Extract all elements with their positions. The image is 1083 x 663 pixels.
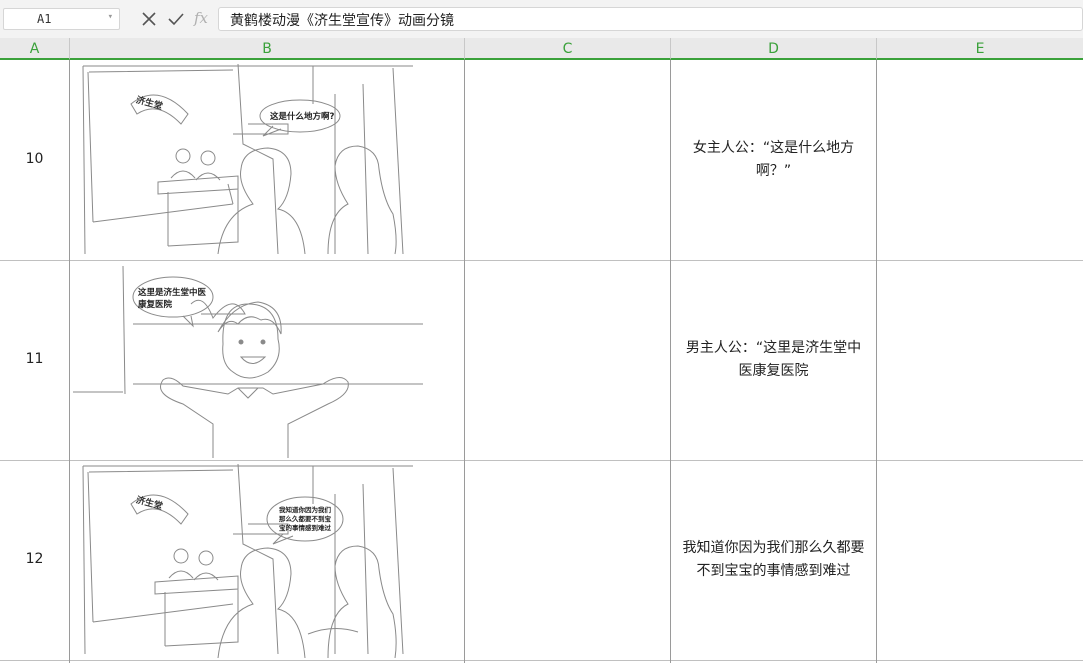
row-number: 12 <box>25 551 44 567</box>
storyboard-image-12[interactable]: 济生堂 我知道你因为我们 那么久都要不到宝 宝的事情感到难过 <box>73 464 423 658</box>
name-box[interactable]: A1 ▾ <box>3 8 120 30</box>
cell-text-line: 啊？” <box>755 163 792 179</box>
storyboard-image-10[interactable]: 济生堂 这是什么地方啊? <box>73 64 423 258</box>
column-header-e[interactable]: E <box>877 38 1083 60</box>
cell-d10[interactable]: 女主人公：“这是什么地方 啊？” <box>671 137 876 183</box>
row-divider <box>0 260 1083 261</box>
speech-bubble-text-line1: 这里是济生堂中医 <box>138 288 207 298</box>
row-divider <box>0 460 1083 461</box>
speech-bubble-text: 这是什么地方啊? <box>270 112 335 122</box>
column-header-b[interactable]: B <box>70 38 465 60</box>
cell-reference: A1 <box>37 12 52 26</box>
cell-text-line: 不到宝宝的事情感到难过 <box>696 563 851 579</box>
row-number: 11 <box>25 351 44 367</box>
formula-input[interactable]: 黄鹤楼动漫《济生堂宣传》动画分镜 <box>218 7 1083 31</box>
storyboard-image-11[interactable]: 这里是济生堂中医 康复医院 <box>73 264 423 458</box>
fx-icon[interactable]: fx <box>194 9 208 27</box>
column-divider <box>464 60 465 663</box>
cell-text-line: 女主人公：“这是什么地方 <box>692 140 855 156</box>
column-header-d[interactable]: D <box>671 38 877 60</box>
chevron-down-icon[interactable]: ▾ <box>108 12 113 22</box>
cell-text-line: 男主人公：“这里是济生堂中 <box>685 340 862 356</box>
column-header-a[interactable]: A <box>0 38 70 60</box>
row-divider <box>0 660 1083 661</box>
sheet-grid[interactable]: 10 11 12 济生堂 这是什么地方啊? 这里是济生堂中医 康复医院 济生堂 … <box>0 60 1083 663</box>
cell-d12[interactable]: 我知道你因为我们那么久都要 不到宝宝的事情感到难过 <box>671 537 876 583</box>
cell-text-line: 我知道你因为我们那么久都要 <box>682 540 865 556</box>
speech-bubble-text-line3: 宝的事情感到难过 <box>279 524 331 532</box>
cell-text-line: 医康复医院 <box>738 363 809 379</box>
column-divider <box>69 60 70 663</box>
cell-d11[interactable]: 男主人公：“这里是济生堂中 医康复医院 <box>671 337 876 383</box>
formula-bar: A1 ▾ fx 黄鹤楼动漫《济生堂宣传》动画分镜 <box>0 0 1083 38</box>
row-number: 10 <box>25 151 44 167</box>
speech-bubble-text-line2: 康复医院 <box>138 300 173 310</box>
check-icon[interactable] <box>166 9 186 29</box>
close-icon[interactable] <box>139 9 159 29</box>
column-header-c[interactable]: C <box>465 38 671 60</box>
column-divider <box>876 60 877 663</box>
